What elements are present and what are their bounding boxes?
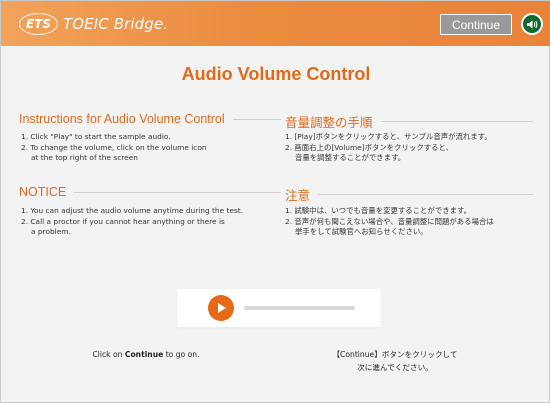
list-item: 2. Call a proctor if you cannot hear any…	[21, 216, 225, 226]
list-item: 1. [Play]ボタンをクリックすると、サンプル音声が流れます。	[285, 132, 492, 141]
notice-ja-heading: 注意	[285, 185, 533, 204]
audio-progress-bar[interactable]	[244, 306, 355, 310]
list-item: 挙手をして試験官へお知らせください。	[295, 227, 428, 236]
page-title: Audio Volume Control	[181, 64, 371, 84]
continue-button[interactable]: Continue	[440, 14, 512, 35]
continue-hint-ja: 【Continue】ボタンをクリックして 次に進んでください。	[315, 348, 475, 374]
notice-ja-list: 1. 試験中は、いつでも音量を変更することができます。 2. 音声が何も聞こえな…	[285, 206, 547, 238]
continue-hint-bold: Continue	[124, 350, 164, 359]
app-frame: ETS TOEIC Bridge. Continue Audio Volume …	[0, 0, 550, 403]
instructions-ja-list: 1. [Play]ボタンをクリックすると、サンプル音声が流れます。 2. 画面右…	[285, 132, 540, 164]
notice-en-list: 1. You can adjust the audio volume anyti…	[21, 206, 283, 238]
continue-hint-en: Click on Continue to go on.	[61, 348, 231, 361]
sample-audio-player	[177, 289, 381, 327]
instructions-en-heading: Instructions for Audio Volume Control	[19, 112, 281, 126]
list-item: 1. You can adjust the audio volume anyti…	[21, 206, 244, 215]
continue-hint-suffix: to go on.	[163, 350, 200, 359]
instructions-en-list: 1. Click "Play" to start the sample audi…	[21, 132, 281, 164]
volume-button[interactable]	[521, 13, 543, 35]
list-item: at the top right of the screen	[31, 153, 138, 162]
notice-ja-heading-text: 注意	[285, 189, 311, 203]
ets-logo-mark: ETS	[19, 13, 58, 35]
divider	[318, 194, 533, 195]
continue-hint-prefix: Click on	[92, 350, 125, 359]
speaker-icon	[526, 19, 537, 29]
list-item: 2. To change the volume, click on the vo…	[21, 142, 207, 152]
divider	[74, 191, 281, 193]
list-item: 1. 試験中は、いつでも音量を変更することができます。	[285, 206, 472, 215]
play-button[interactable]	[208, 295, 234, 321]
instructions-ja-heading: 音量調整の手順	[285, 112, 533, 131]
notice-en-heading-text: NOTICE	[19, 185, 67, 199]
instructions-en-heading-text: Instructions for Audio Volume Control	[19, 112, 225, 126]
notice-en-heading: NOTICE	[19, 185, 281, 199]
list-item: 2. 画面右上の[Volume]ボタンをクリックすると、	[285, 142, 454, 152]
list-item: 1. Click "Play" to start the sample audi…	[21, 132, 171, 141]
continue-hint-ja-line1: 【Continue】ボタンをクリックして	[332, 350, 458, 359]
play-icon	[217, 303, 226, 313]
logo-text: TOEIC Bridge.	[63, 15, 169, 33]
divider	[380, 121, 533, 122]
instructions-ja-heading-text: 音量調整の手順	[285, 116, 373, 130]
toeic-bridge-logo: ETS TOEIC Bridge.	[19, 13, 168, 35]
list-item: 音量を調整することができます。	[295, 153, 406, 162]
list-item: a problem.	[31, 227, 71, 236]
list-item: 2. 音声が何も聞こえない場合や、音量調整に問題がある場合は	[285, 216, 494, 226]
header-bar: ETS TOEIC Bridge. Continue	[1, 1, 550, 46]
continue-hint-ja-line2: 次に進んでください。	[357, 363, 433, 372]
divider	[232, 118, 281, 120]
